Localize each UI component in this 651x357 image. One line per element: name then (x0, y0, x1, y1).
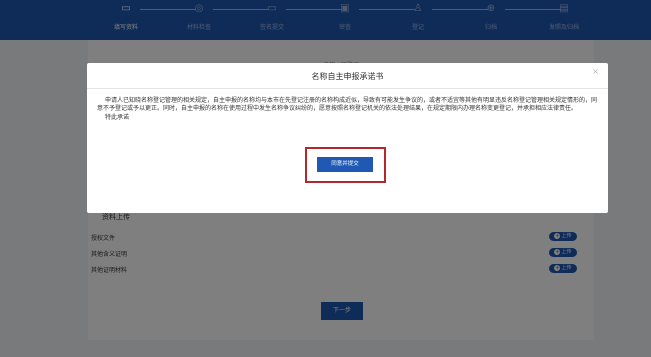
dialog-body: 申请人已知晓名称登记管理的相关规定，自主申报的名称均与本市在先登记注册的名称构成… (97, 97, 600, 122)
commitment-dialog: 名称自主申报承诺书 × 申请人已知晓名称登记管理的相关规定，自主申报的名称均与本… (87, 63, 608, 213)
close-icon[interactable]: × (592, 68, 599, 76)
agree-button-highlight: 同意并提交 (305, 147, 386, 183)
dialog-title: 名称自主申报承诺书 (311, 72, 384, 81)
commitment-closing: 特此承诺 (105, 114, 130, 121)
commitment-text: 申请人已知晓名称登记管理的相关规定，自主申报的名称均与本市在先登记注册的名称构成… (97, 97, 598, 112)
agree-and-submit-button[interactable]: 同意并提交 (317, 157, 373, 172)
dialog-divider (87, 88, 608, 89)
